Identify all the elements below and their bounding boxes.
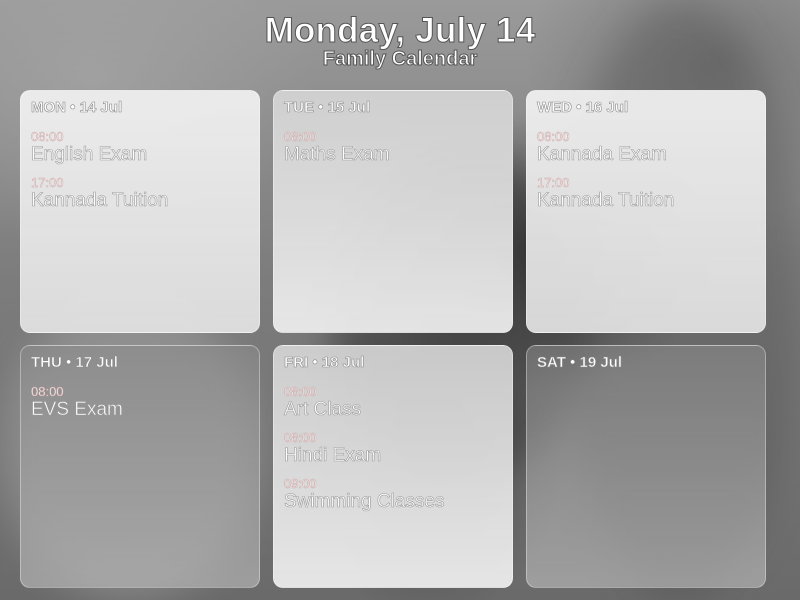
day-card-mon[interactable]: MON • 14 Jul 08:00 English Exam 17:00 Ka… [20,90,260,333]
event-time: 08:00 [31,384,64,399]
event-item[interactable]: 17:00 Kannada Tuition [537,175,755,212]
calendar-subtitle: Family Calendar [322,48,478,71]
event-item[interactable]: 08:00 Art Class [284,384,502,421]
event-item[interactable]: 08:00 Kannada Exam [537,129,755,166]
event-name: EVS Exam [31,399,123,421]
day-label: MON • 14 Jul [31,99,123,116]
event-name: Art Class [284,399,362,421]
day-label: TUE • 15 Jul [284,99,371,116]
event-time: 17:00 [31,175,64,190]
event-name: Hindi Exam [284,445,382,467]
event-time: 08:00 [284,430,317,445]
day-card-fri[interactable]: FRI • 18 Jul 08:00 Art Class 08:00 Hindi… [273,345,513,588]
day-label: WED • 16 Jul [537,99,629,116]
event-name: Kannada Tuition [537,190,675,212]
day-label: THU • 17 Jul [31,354,119,371]
event-time: 09:00 [284,476,317,491]
event-name: Swimming Classes [284,491,445,513]
day-label: FRI • 18 Jul [284,354,365,371]
day-label: SAT • 19 Jul [537,354,623,371]
event-item[interactable]: 08:00 Maths Exam [284,129,502,166]
event-time: 08:00 [284,384,317,399]
event-item[interactable]: 08:00 English Exam [31,129,249,166]
event-name: Maths Exam [284,144,390,166]
event-time: 08:00 [284,129,317,144]
event-name: English Exam [31,144,148,166]
event-name: Kannada Exam [537,144,668,166]
day-card-thu[interactable]: THU • 17 Jul 08:00 EVS Exam [20,345,260,588]
event-item[interactable]: 17:00 Kannada Tuition [31,175,249,212]
calendar-header: Monday, July 14 Family Calendar [0,10,800,71]
week-grid: MON • 14 Jul 08:00 English Exam 17:00 Ka… [20,90,766,588]
event-item[interactable]: 08:00 EVS Exam [31,384,249,421]
event-item[interactable]: 08:00 Hindi Exam [284,430,502,467]
event-time: 08:00 [31,129,64,144]
event-name: Kannada Tuition [31,190,169,212]
event-item[interactable]: 09:00 Swimming Classes [284,476,502,513]
day-card-wed[interactable]: WED • 16 Jul 08:00 Kannada Exam 17:00 Ka… [526,90,766,333]
day-card-sat[interactable]: SAT • 19 Jul [526,345,766,588]
event-time: 17:00 [537,175,570,190]
event-time: 08:00 [537,129,570,144]
date-title: Monday, July 14 [264,11,536,51]
day-card-tue[interactable]: TUE • 15 Jul 08:00 Maths Exam [273,90,513,333]
